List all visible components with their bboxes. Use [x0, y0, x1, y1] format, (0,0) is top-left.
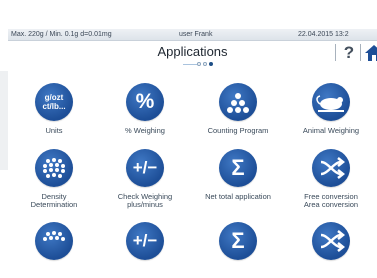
sigma-icon: Σ — [219, 222, 257, 260]
app-label: Counting Program — [207, 126, 269, 135]
app-tile-check-weighing-partial[interactable]: +/− — [100, 222, 190, 260]
app-label: Density Determination — [30, 192, 78, 209]
plus-minus-icon: +/− — [126, 222, 164, 260]
app-grid: g/ozt ct/lb... Units % % Weighing Counti… — [8, 70, 377, 278]
app-tile-animal-weighing[interactable]: Animal Weighing — [286, 83, 376, 135]
app-tile-density-partial[interactable] — [9, 222, 99, 260]
home-button[interactable] — [364, 43, 377, 63]
divider — [335, 44, 336, 61]
page-title: Applications — [157, 44, 228, 59]
app-label: Net total application — [205, 192, 271, 201]
app-label: Free conversion Area conversion — [303, 192, 359, 209]
app-tile-density[interactable]: Density Determination — [9, 149, 99, 209]
app-label: Animal Weighing — [302, 126, 360, 135]
app-label: % Weighing — [125, 126, 165, 135]
divider — [360, 44, 361, 61]
app-tile-check-weighing[interactable]: +/− Check Weighing plus/minus — [100, 149, 190, 209]
capacity-info: Max. 220g / Min. 0.1g d=0.01mg — [11, 31, 112, 38]
app-tile-units[interactable]: g/ozt ct/lb... Units — [9, 83, 99, 135]
app-label: Check Weighing plus/minus — [117, 192, 173, 209]
status-bar: Max. 220g / Min. 0.1g d=0.01mg user Fran… — [8, 29, 377, 41]
percent-icon: % — [126, 83, 164, 121]
density-icon — [35, 222, 73, 260]
density-icon — [35, 149, 73, 187]
home-icon — [365, 45, 377, 61]
help-button[interactable]: ? — [340, 42, 358, 64]
counting-dots-icon — [219, 83, 257, 121]
page-indicator — [183, 61, 223, 67]
page-dot — [203, 62, 207, 66]
user-name: user Frank — [179, 31, 213, 38]
app-tile-net-total[interactable]: Σ Net total application — [193, 149, 283, 201]
svg-text:ct/lb...: ct/lb... — [42, 102, 65, 111]
datetime: 22.04.2015 13:2 — [298, 31, 349, 38]
page-dot-active — [209, 62, 213, 66]
app-tile-free-conversion[interactable]: Free conversion Area conversion — [286, 149, 376, 209]
app-tile-counting[interactable]: Counting Program — [193, 83, 283, 135]
svg-text:g/ozt: g/ozt — [45, 93, 64, 102]
conversion-arrows-icon — [312, 149, 350, 187]
units-icon: g/ozt ct/lb... — [35, 83, 73, 121]
sigma-icon: Σ — [219, 149, 257, 187]
conversion-arrows-icon — [312, 222, 350, 260]
side-panel — [0, 71, 8, 170]
plus-minus-icon: +/− — [126, 149, 164, 187]
header: Applications — [8, 41, 377, 67]
page-dot — [197, 62, 201, 66]
mouse-icon — [312, 83, 350, 121]
app-label: Units — [45, 126, 63, 135]
app-tile-free-conversion-partial[interactable] — [286, 222, 376, 260]
app-tile-net-total-partial[interactable]: Σ — [193, 222, 283, 260]
app-tile-percent-weighing[interactable]: % % Weighing — [100, 83, 190, 135]
